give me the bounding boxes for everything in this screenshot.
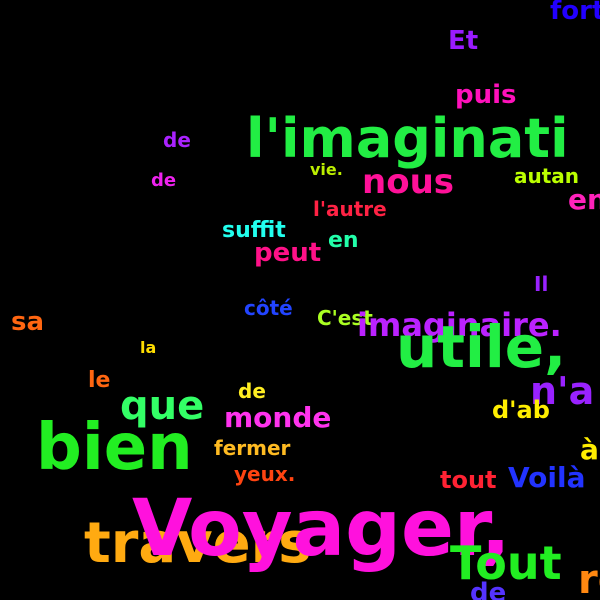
word-en: en <box>328 228 359 253</box>
word-le: le <box>88 368 111 393</box>
word-il: Il <box>534 272 549 296</box>
word-utile: utile, <box>396 313 567 381</box>
word-cote: côté <box>244 296 293 320</box>
word-de: de <box>163 128 191 152</box>
word-bien: bien <box>36 411 193 485</box>
word-de: de <box>238 379 266 403</box>
word-imagination: l'imaginati <box>246 107 569 170</box>
word-sa: sa <box>11 307 45 337</box>
word-la: la <box>140 338 157 357</box>
word-en: en <box>568 183 600 216</box>
word-de: de <box>470 578 507 600</box>
word-cloud: fort Et puis de l'imaginati vie. nous au… <box>0 0 600 600</box>
word-vie: vie. <box>310 160 343 179</box>
word-fort: fort <box>550 0 600 26</box>
word-fermer: fermer <box>214 436 291 460</box>
word-a: à <box>580 433 599 466</box>
word-nous: nous <box>362 162 455 202</box>
word-lautre: l'autre <box>313 197 387 221</box>
word-de: de <box>151 170 177 191</box>
word-puis: puis <box>455 80 517 110</box>
word-et: Et <box>448 26 479 56</box>
word-re: re <box>578 557 600 600</box>
word-monde: monde <box>224 401 332 434</box>
word-voila: Voilà <box>508 461 586 494</box>
word-yeux: yeux. <box>234 462 296 486</box>
word-peut: peut <box>254 238 322 268</box>
word-dab: d'ab <box>492 396 550 424</box>
